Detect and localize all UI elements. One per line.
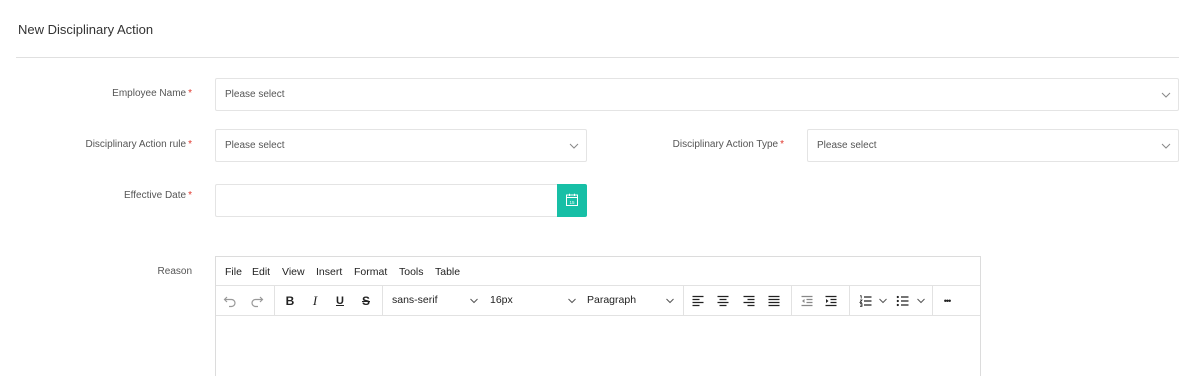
- chevron-down-icon: [1161, 92, 1171, 98]
- chevron-down-icon: [666, 298, 674, 304]
- chevron-down-icon: [1161, 143, 1171, 149]
- chevron-down-icon: [569, 143, 579, 149]
- undo-button[interactable]: [222, 293, 238, 309]
- header-divider: [16, 57, 1179, 58]
- calendar-icon: 15: [566, 193, 578, 206]
- toolbar-separator: [932, 286, 933, 315]
- employee-name-label: Employee Name *: [112, 88, 192, 99]
- align-center-icon: [717, 295, 729, 307]
- reason-rich-text-editor[interactable]: File Edit View Insert Format Tools Table…: [215, 256, 981, 376]
- menu-file[interactable]: File: [225, 266, 242, 278]
- menu-edit[interactable]: Edit: [252, 266, 270, 278]
- chevron-down-icon[interactable]: [916, 296, 926, 306]
- align-left-icon: [692, 295, 704, 307]
- align-center-button[interactable]: [715, 293, 731, 309]
- reason-label-text: Reason: [157, 266, 192, 277]
- action-rule-label: Disciplinary Action rule *: [85, 139, 192, 150]
- reason-label: Reason: [158, 266, 192, 277]
- indent-button[interactable]: [823, 293, 839, 309]
- bullet-list-icon: [896, 295, 908, 307]
- align-justify-icon: [768, 295, 780, 307]
- required-marker: *: [188, 190, 192, 201]
- toolbar-separator: [791, 286, 792, 315]
- menu-format[interactable]: Format: [354, 266, 387, 278]
- editor-menubar: File Edit View Insert Format Tools Table: [216, 257, 980, 286]
- menu-tools[interactable]: Tools: [399, 266, 424, 278]
- action-type-label: Disciplinary Action Type *: [673, 139, 784, 150]
- page-title: New Disciplinary Action: [18, 22, 154, 37]
- chevron-down-icon[interactable]: [878, 296, 888, 306]
- strikethrough-button[interactable]: S: [358, 293, 374, 309]
- font-size-select[interactable]: 16px: [490, 294, 513, 306]
- date-picker-button[interactable]: 15: [557, 184, 587, 217]
- toolbar-separator: [849, 286, 850, 315]
- indent-icon: [825, 295, 837, 307]
- menu-view[interactable]: View: [282, 266, 305, 278]
- effective-date-label-text: Effective Date: [124, 190, 187, 201]
- align-left-button[interactable]: [690, 293, 706, 309]
- action-rule-label-text: Disciplinary Action rule: [85, 139, 187, 150]
- action-type-select[interactable]: Please select: [807, 129, 1179, 162]
- employee-name-select[interactable]: Please select: [215, 78, 1179, 111]
- italic-button[interactable]: I: [307, 293, 323, 309]
- block-format-select[interactable]: Paragraph: [587, 294, 636, 306]
- action-rule-select[interactable]: Please select: [215, 129, 587, 162]
- menu-insert[interactable]: Insert: [316, 266, 342, 278]
- font-family-select[interactable]: sans-serif: [392, 294, 438, 306]
- outdent-icon: [801, 295, 813, 307]
- required-marker: *: [780, 139, 784, 150]
- toolbar-separator: [382, 286, 383, 315]
- redo-icon: [251, 296, 264, 308]
- align-right-button[interactable]: [741, 293, 757, 309]
- toolbar-separator: [683, 286, 684, 315]
- align-justify-button[interactable]: [766, 293, 782, 309]
- menu-table[interactable]: Table: [435, 266, 460, 278]
- editor-toolbar: B I U S sans-serif 16px Paragraph •••: [216, 286, 980, 316]
- undo-icon: [223, 296, 236, 308]
- numbered-list-icon: [858, 295, 871, 307]
- employee-name-placeholder: Please select: [225, 89, 285, 100]
- effective-date-input[interactable]: [215, 184, 558, 217]
- employee-name-label-text: Employee Name: [112, 88, 187, 99]
- action-rule-placeholder: Please select: [225, 140, 285, 151]
- bold-button[interactable]: B: [282, 293, 298, 309]
- chevron-down-icon: [470, 298, 478, 304]
- chevron-down-icon: [568, 298, 576, 304]
- required-marker: *: [188, 139, 192, 150]
- action-type-placeholder: Please select: [817, 140, 877, 151]
- bullet-list-button[interactable]: [894, 293, 910, 309]
- action-type-label-text: Disciplinary Action Type: [672, 139, 779, 150]
- underline-button[interactable]: U: [332, 293, 348, 309]
- toolbar-separator: [274, 286, 275, 315]
- numbered-list-button[interactable]: [857, 293, 873, 309]
- outdent-button[interactable]: [799, 293, 815, 309]
- required-marker: *: [188, 88, 192, 99]
- calendar-icon-day: 15: [569, 200, 575, 205]
- align-right-icon: [743, 295, 755, 307]
- editor-content-area[interactable]: [216, 316, 980, 376]
- redo-button[interactable]: [249, 293, 265, 309]
- effective-date-label: Effective Date *: [124, 190, 192, 201]
- more-options-button[interactable]: •••: [938, 293, 956, 309]
